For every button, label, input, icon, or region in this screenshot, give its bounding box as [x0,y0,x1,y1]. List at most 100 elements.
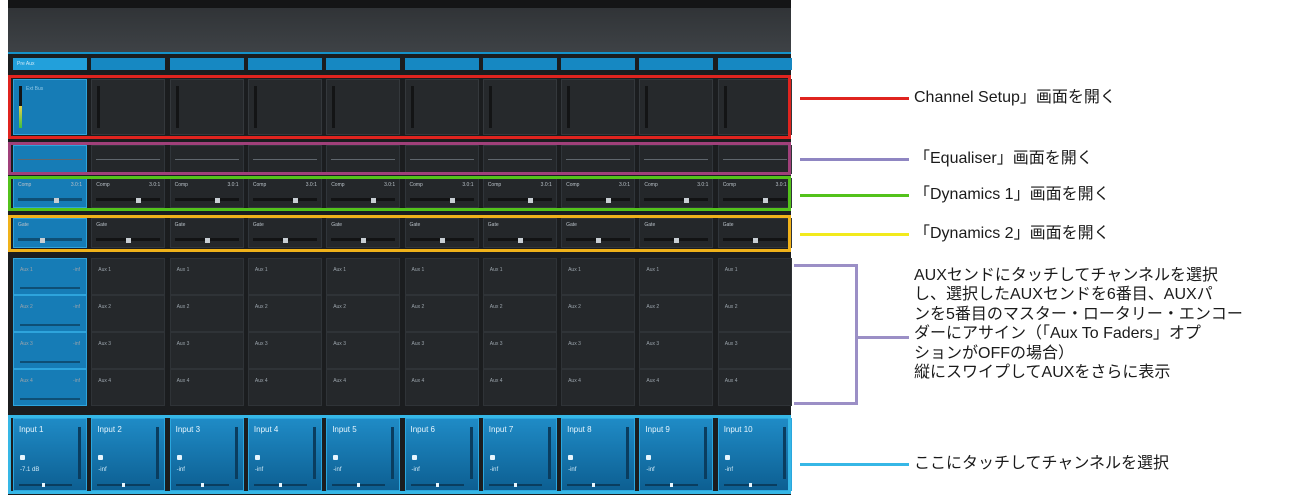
aux-send[interactable]: Aux 2 [561,295,636,332]
aux-label: Aux 3 [98,341,112,347]
aux-send[interactable]: Aux 4 -inf [13,369,87,406]
aux-label: Aux 4 [724,378,738,384]
aux-send[interactable]: Aux 1 [326,258,401,295]
aux-label: Aux 2 [489,304,503,310]
aux-label: Aux 1 [20,267,33,273]
aux-label: Aux 1 [489,267,503,273]
aux-label: Aux 1 [98,267,112,273]
aux-send[interactable]: Aux 2 [404,295,479,332]
aux-label: Aux 4 [98,378,112,384]
aux-send[interactable]: Aux 3 [326,332,401,369]
aux-label: Aux 4 [20,378,33,384]
aux-send[interactable]: Aux 3 [247,332,322,369]
aux-send[interactable]: Aux 3 [482,332,557,369]
strip-header[interactable] [639,58,714,70]
aux-bar [20,398,80,400]
equaliser-line [800,158,909,161]
aux-label: Aux 1 [568,267,581,273]
strip-header[interactable] [404,58,479,70]
strip-header[interactable] [91,58,166,70]
aux-label: Aux 2 [724,304,738,310]
aux-bar [20,287,80,289]
aux-label: Aux 3 [176,341,190,347]
aux-send[interactable]: Aux 3 [561,332,636,369]
channel-setup-highlight [8,75,791,139]
aux-send[interactable]: Aux 2 [247,295,322,332]
aux-send[interactable]: Aux 2 [482,295,557,332]
aux-label: Aux 3 [411,341,425,347]
aux-send[interactable]: Aux 1 [169,258,244,295]
aux-label: Aux 2 [568,304,581,310]
dynamics1-highlight [8,176,791,211]
aux-send[interactable]: Aux 2 [717,295,792,332]
aux-send[interactable]: Aux 1 [247,258,322,295]
aux-label: Aux 4 [254,378,268,384]
aux-send[interactable]: Aux 3 [91,332,166,369]
strip-header[interactable] [169,58,244,70]
aux-send[interactable]: Aux 1 [561,258,636,295]
aux-label: Aux 2 [254,304,268,310]
aux-label: Aux 1 [646,267,660,273]
strip-header[interactable] [717,58,792,70]
aux-label: Aux 1 [333,267,346,273]
aux-send[interactable]: Aux 4 [169,369,244,406]
aux-send[interactable]: Aux 2 [169,295,244,332]
aux-label: Aux 3 [724,341,738,347]
aux-send[interactable]: Aux 1 [91,258,166,295]
aux-send[interactable]: Aux 3 [404,332,479,369]
aux-label: Aux 1 [176,267,190,273]
strip-header[interactable]: Pre Aux [13,58,87,70]
aux-label: Aux 3 [333,341,346,347]
aux-send[interactable]: Aux 1 [639,258,714,295]
strip-header[interactable] [247,58,322,70]
aux-label: Aux 3 [646,341,660,347]
aux-send[interactable]: Aux 1 [717,258,792,295]
aux-label: Aux 4 [333,378,346,384]
aux-label: Aux 2 [98,304,112,310]
dynamics2-callout: 「Dynamics 2」画面を開く [914,225,1110,242]
aux-send[interactable]: Aux 4 [639,369,714,406]
aux-label: Aux 4 [411,378,425,384]
aux-value: -inf [73,378,80,384]
aux-label: Aux 2 [411,304,425,310]
aux-label: Aux 3 [20,341,33,347]
aux-label: Aux 4 [646,378,660,384]
aux-send[interactable]: Aux 4 [326,369,401,406]
aux-callout: AUXセンドにタッチしてチャンネルを選択 し、選択したAUXセンドを6番目、AU… [914,266,1306,382]
aux-send[interactable]: Aux 2 [639,295,714,332]
aux-callout-line: AUXセンドにタッチしてチャンネルを選択 [914,267,1218,284]
equaliser-callout: 「Equaliser」画面を開く [914,150,1093,167]
dynamics2-highlight [8,215,791,252]
aux-send[interactable]: Aux 4 [404,369,479,406]
aux-send[interactable]: Aux 2 [326,295,401,332]
input-line [800,463,909,466]
aux-send[interactable]: Aux 3 [639,332,714,369]
aux-send[interactable]: Aux 2 [91,295,166,332]
aux-send[interactable]: Aux 4 [717,369,792,406]
strip-header[interactable] [326,58,401,70]
aux-send[interactable]: Aux 3 [169,332,244,369]
strip-header[interactable] [561,58,636,70]
aux-label: Aux 3 [254,341,268,347]
aux-send[interactable]: Aux 2 -inf [13,295,87,332]
aux-send[interactable]: Aux 3 -inf [13,332,87,369]
channel-setup-line [800,97,909,100]
aux-value: -inf [73,341,80,347]
strip-header[interactable] [482,58,557,70]
aux-send[interactable]: Aux 1 [482,258,557,295]
aux-send[interactable]: Aux 1 -inf [13,258,87,295]
aux-send[interactable]: Aux 4 [247,369,322,406]
aux-callout-line: 縦にスワイプしてAUXをさらに表示 [914,364,1171,382]
aux-send[interactable]: Aux 4 [91,369,166,406]
aux-label: Aux 3 [489,341,503,347]
aux-label: Aux 4 [489,378,503,384]
aux-send[interactable]: Aux 4 [482,369,557,406]
aux-callout-line: ションがOFFの場合） [914,344,1074,362]
aux-send[interactable]: Aux 3 [717,332,792,369]
aux-line [857,336,909,339]
aux-label: Aux 1 [254,267,268,273]
aux-label: Aux 3 [568,341,581,347]
aux-send[interactable]: Aux 4 [561,369,636,406]
aux-send[interactable]: Aux 1 [404,258,479,295]
aux-label: Aux 4 [176,378,190,384]
